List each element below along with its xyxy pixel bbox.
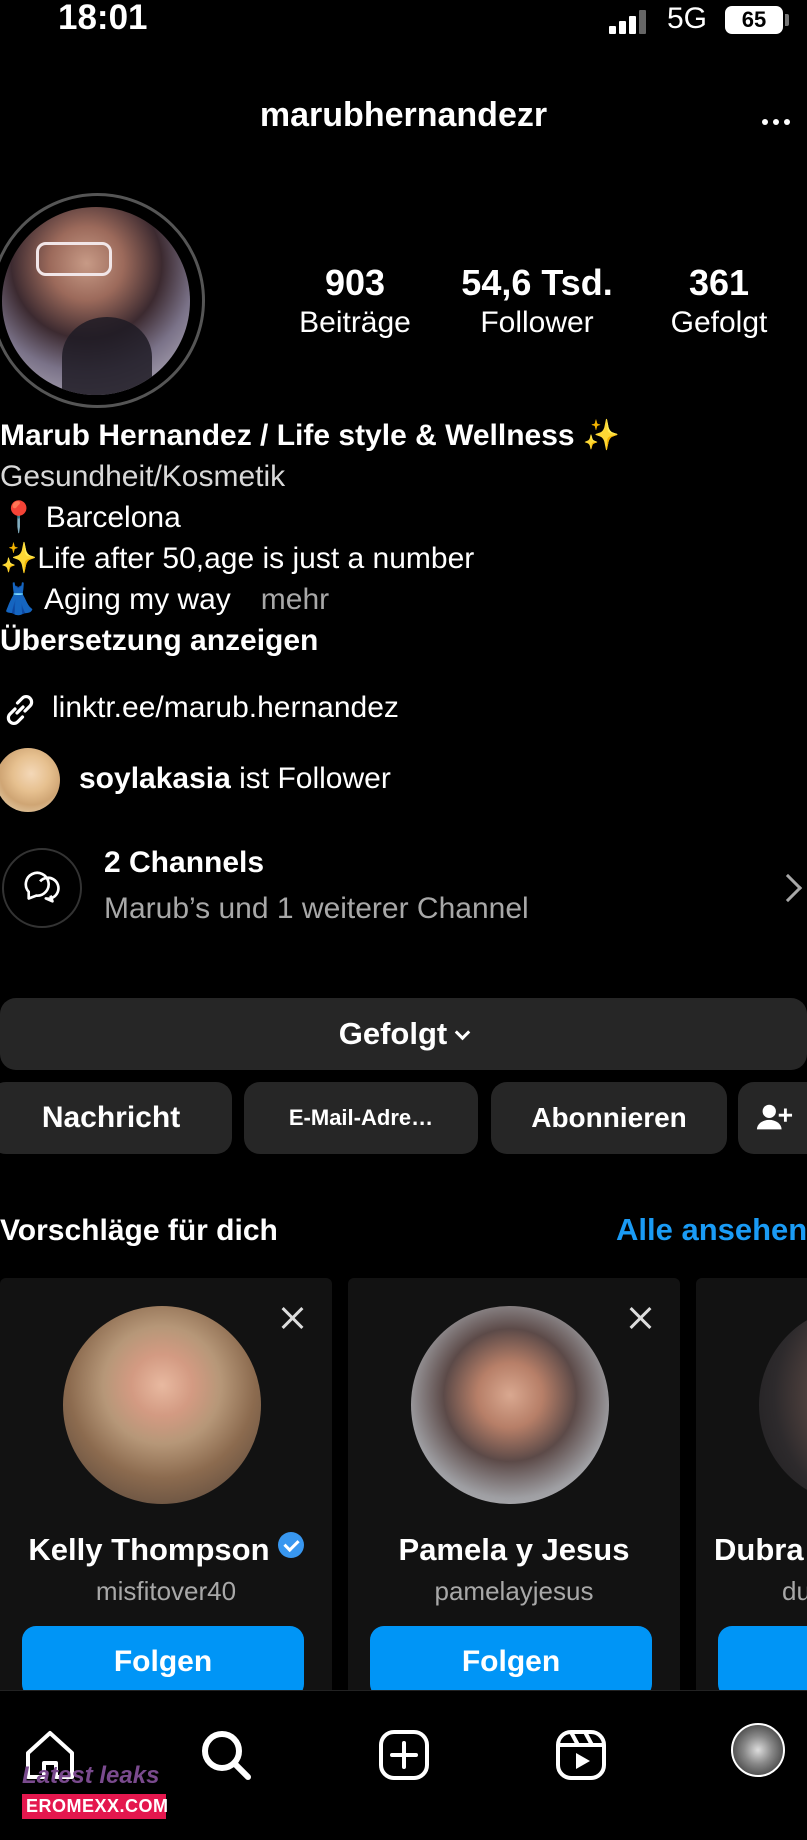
- profile-header: marubhernandezr: [0, 90, 807, 140]
- profile-display-name: Marub Hernandez / Life style & Wellness …: [0, 419, 621, 452]
- header-username: marubhernandezr: [259, 96, 548, 134]
- suggestion-avatar[interactable]: [63, 1306, 261, 1504]
- link-url[interactable]: linktr.ee/marub.hernandez: [52, 691, 399, 725]
- watermark-logo: Latest leaks EROMEXX.COM: [22, 1762, 172, 1819]
- add-user-button[interactable]: [738, 1082, 807, 1154]
- suggestion-name: Dubra: [714, 1532, 804, 1567]
- suggestion-handle: pamelayjesus: [434, 1576, 594, 1606]
- chevron-down-icon: [454, 1024, 471, 1041]
- suggestion-card[interactable]: Dubra du: [696, 1278, 807, 1698]
- bio-more-link[interactable]: mehr: [261, 583, 329, 616]
- more-options-icon[interactable]: [762, 112, 795, 130]
- bio-line: ✨Life after 50,age is just a number: [0, 542, 475, 575]
- suggestions-title: Vorschläge für dich: [0, 1214, 278, 1247]
- channels-subtitle: Marub’s und 1 weiterer Channel: [104, 892, 529, 925]
- watermark-top-text: Latest leaks: [22, 1762, 160, 1789]
- link-icon: [6, 695, 34, 725]
- close-icon[interactable]: [628, 1306, 652, 1330]
- stat-value: 54,6 Tsd.: [461, 262, 613, 303]
- chevron-right-icon: [773, 873, 803, 903]
- mutual-follower-row[interactable]: soylakasia ist Follower: [0, 748, 807, 812]
- add-post-icon: [379, 1730, 429, 1780]
- stat-label: Beiträge: [299, 306, 411, 339]
- stat-following[interactable]: 361 Gefolgt: [619, 262, 807, 342]
- tab-create[interactable]: [374, 1725, 434, 1785]
- close-icon[interactable]: [280, 1306, 304, 1330]
- mutual-follower-avatar: [0, 748, 60, 812]
- battery-tip: [785, 14, 789, 26]
- signal-icon: [609, 10, 649, 34]
- stat-label: Gefolgt: [670, 306, 768, 339]
- bio-line: 📍 Barcelona: [0, 501, 181, 534]
- bio-line: 👗 Aging my way: [0, 583, 231, 616]
- bio-line-row: 👗 Aging my way mehr: [0, 579, 807, 620]
- suggestion-card[interactable]: Pamela y Jesus pamelayjesus Folgen: [348, 1278, 680, 1698]
- subscribe-button[interactable]: Abonnieren: [491, 1082, 727, 1154]
- suggestions-header: Vorschläge für dich Alle ansehen: [0, 1210, 807, 1254]
- verified-badge-icon: [277, 1532, 304, 1558]
- follow-button[interactable]: [718, 1626, 807, 1698]
- suggestion-card[interactable]: Kelly Thompson misfitover40 Folgen: [0, 1278, 332, 1698]
- suggestion-avatar[interactable]: [411, 1306, 609, 1504]
- suggestion-handle: du: [782, 1576, 807, 1606]
- profile-avatar[interactable]: [2, 207, 190, 395]
- tab-reels[interactable]: [551, 1725, 611, 1785]
- chat-bubbles-icon: [24, 871, 60, 903]
- suggestion-name: Pamela y Jesus: [398, 1532, 630, 1567]
- status-time: 18:01: [58, 0, 148, 37]
- suggestion-avatar[interactable]: [759, 1306, 807, 1504]
- watermark-bottom-text: EROMEXX.COM: [22, 1794, 168, 1819]
- see-all-link[interactable]: Alle ansehen: [616, 1212, 807, 1248]
- add-user-icon: [756, 1104, 793, 1130]
- follow-button[interactable]: Folgen: [22, 1626, 304, 1698]
- translate-link[interactable]: Übersetzung anzeigen: [0, 620, 807, 661]
- tab-profile-avatar[interactable]: [731, 1723, 785, 1777]
- stat-posts[interactable]: 903 Beiträge: [255, 262, 455, 342]
- follow-button[interactable]: Folgen: [370, 1626, 652, 1698]
- network-type: 5G: [667, 2, 708, 35]
- stat-label: Follower: [480, 306, 594, 339]
- channels-row[interactable]: 2 Channels Marub’s und 1 weiterer Channe…: [0, 842, 807, 932]
- profile-category: Gesundheit/Kosmetik: [0, 460, 286, 493]
- channel-icon-wrap: [2, 848, 82, 928]
- following-button[interactable]: Gefolgt: [0, 998, 807, 1070]
- channels-title: 2 Channels: [104, 846, 265, 879]
- suggestion-name-row: Kelly Thompson: [0, 1532, 332, 1568]
- mutual-follower-suffix: ist Follower: [230, 762, 391, 795]
- search-icon: [202, 1731, 251, 1780]
- stat-value: 903: [324, 262, 386, 303]
- stat-value: 361: [688, 262, 750, 303]
- status-bar: 18:01 5G 65: [0, 0, 807, 44]
- battery-icon: 65: [725, 6, 783, 34]
- message-button[interactable]: Nachricht: [0, 1082, 232, 1154]
- mutual-follower-text: soylakasia ist Follower: [79, 762, 391, 796]
- tab-search[interactable]: [196, 1725, 256, 1785]
- email-button[interactable]: E-Mail-Adre…: [244, 1082, 478, 1154]
- profile-bio: Marub Hernandez / Life style & Wellness …: [0, 415, 807, 661]
- following-label: Gefolgt: [338, 1016, 448, 1051]
- stat-followers[interactable]: 54,6 Tsd. Follower: [437, 262, 637, 342]
- mutual-follower-name: soylakasia: [79, 762, 231, 795]
- suggestion-name: Kelly Thompson: [28, 1532, 270, 1567]
- reels-icon: [556, 1730, 606, 1780]
- suggestion-handle: misfitover40: [95, 1576, 237, 1606]
